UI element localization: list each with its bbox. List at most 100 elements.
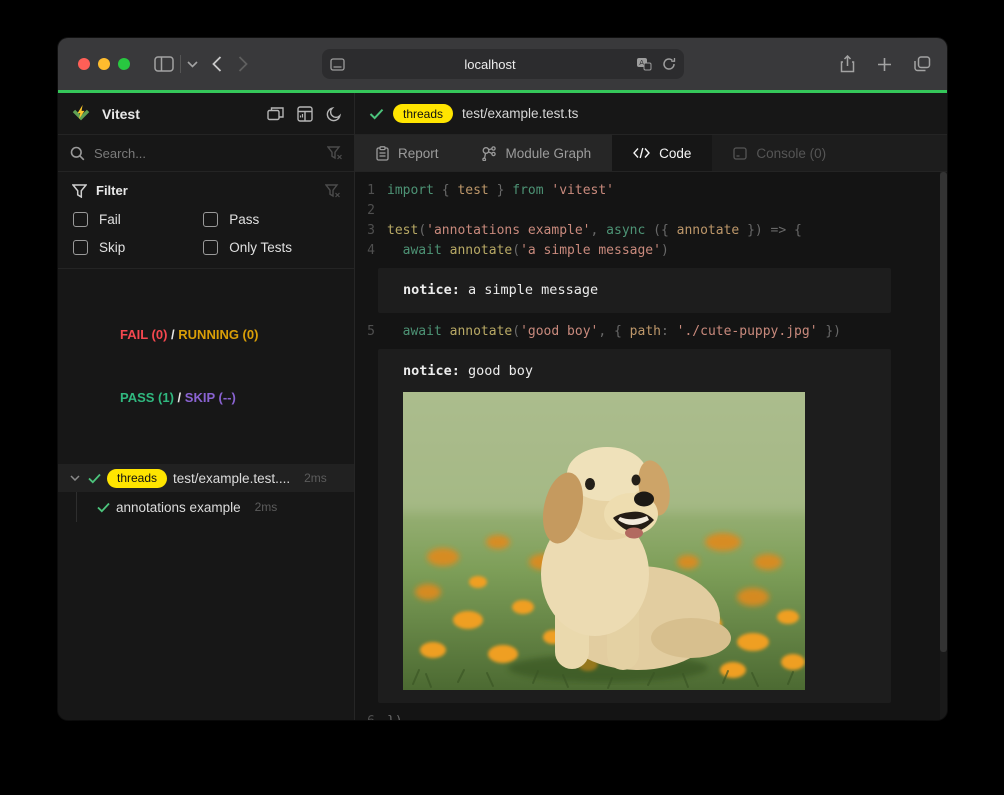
- filter-checkbox-fail[interactable]: Fail: [73, 212, 203, 227]
- clear-filter-icon[interactable]: [325, 184, 340, 198]
- skip-count: SKIP (--): [185, 390, 236, 405]
- code-token: annotate: [677, 223, 740, 238]
- scrollbar[interactable]: [940, 172, 947, 720]
- code-token: path: [630, 324, 661, 339]
- forward-button[interactable]: [238, 56, 248, 72]
- code-token: ({: [645, 223, 676, 238]
- filter-title: Filter: [96, 183, 316, 198]
- check-icon: [97, 502, 110, 513]
- code-token: (: [418, 223, 426, 238]
- clear-search-filter-icon[interactable]: [327, 146, 342, 160]
- annotation-notice: notice: a simple message: [378, 268, 891, 313]
- filter-checkbox-skip[interactable]: Skip: [73, 240, 203, 255]
- tab-report[interactable]: Report: [355, 135, 460, 171]
- test-tree: threads test/example.test.... 2ms annota…: [58, 464, 354, 522]
- app-title: Vitest: [102, 106, 267, 122]
- address-bar[interactable]: localhost A: [322, 49, 684, 79]
- filter-section: Filter Fail Pass: [58, 172, 354, 269]
- code-token: 'vitest': [551, 183, 614, 198]
- code-token: await: [403, 324, 442, 339]
- test-case-row[interactable]: annotations example 2ms: [58, 492, 354, 522]
- code-token: }: [489, 183, 512, 198]
- notice-message: a simple message: [460, 282, 598, 298]
- code-token: 'annotations example': [426, 223, 590, 238]
- checkbox-icon[interactable]: [73, 240, 88, 255]
- code-icon: [633, 147, 650, 159]
- test-file-name: test/example.test....: [173, 471, 290, 486]
- minimize-window-button[interactable]: [98, 58, 110, 70]
- code-token: [442, 243, 450, 258]
- tab-code[interactable]: Code: [612, 135, 712, 171]
- collapse-panels-icon[interactable]: [267, 106, 284, 121]
- sidebar-header: Vitest: [58, 93, 354, 135]
- code-token: import: [387, 183, 434, 198]
- code-token: {: [434, 183, 457, 198]
- notice-label: notice:: [403, 282, 460, 298]
- checkbox-icon[interactable]: [203, 240, 218, 255]
- code-token: }): [818, 324, 841, 339]
- tab-module-graph[interactable]: Module Graph: [460, 135, 613, 171]
- running-count: RUNNING (0): [178, 327, 258, 342]
- line-number: 3: [366, 221, 375, 241]
- tab-bar-filler: [847, 135, 947, 171]
- main-panel: threads test/example.test.ts Report: [355, 93, 947, 720]
- code-token: test: [457, 183, 488, 198]
- zoom-window-button[interactable]: [118, 58, 130, 70]
- page-settings-icon[interactable]: [330, 58, 345, 71]
- code-token: [442, 324, 450, 339]
- annotation-attachment: [403, 392, 805, 690]
- tab-bar: Report Module Graph: [355, 135, 947, 172]
- puppy-photo: [403, 392, 805, 690]
- dark-mode-moon-icon[interactable]: [326, 106, 342, 122]
- code-token: async: [606, 223, 645, 238]
- pool-badge: threads: [393, 104, 453, 123]
- code-token: (: [512, 324, 520, 339]
- code-token: [387, 243, 403, 258]
- code-token: test: [387, 223, 418, 238]
- line-number: 2: [366, 201, 375, 221]
- reload-icon[interactable]: [662, 57, 676, 71]
- code-token: 'good boy': [520, 324, 598, 339]
- test-duration: 2ms: [255, 500, 278, 514]
- test-file-row[interactable]: threads test/example.test.... 2ms: [58, 464, 354, 492]
- code-token: await: [403, 243, 442, 258]
- test-summary: FAIL (0) / RUNNING (0) PASS (1) / SKIP (…: [58, 269, 354, 460]
- line-number: 5: [366, 322, 375, 342]
- code-line: 5 await annotate('good boy', { path: './…: [366, 322, 933, 342]
- code-token: from: [512, 183, 543, 198]
- translate-icon[interactable]: A: [636, 57, 652, 71]
- code-line: 1import { test } from 'vitest': [366, 181, 933, 201]
- search-input[interactable]: [94, 146, 318, 161]
- fail-count: FAIL (0): [120, 327, 167, 342]
- code-panel: 1import { test } from 'vitest'2 3test('a…: [355, 172, 947, 720]
- url-text[interactable]: localhost: [345, 57, 636, 72]
- code-token: (: [512, 243, 520, 258]
- code-token: './cute-puppy.jpg': [677, 324, 818, 339]
- code-token: }): [387, 714, 403, 720]
- test-duration: 2ms: [304, 471, 327, 485]
- code-line: 6}): [366, 712, 933, 720]
- code-token: 'a simple message': [520, 243, 661, 258]
- dashboard-icon[interactable]: [297, 106, 313, 122]
- checkbox-icon[interactable]: [203, 212, 218, 227]
- new-tab-icon[interactable]: [877, 57, 892, 72]
- tab-console[interactable]: Console (0): [712, 135, 847, 171]
- sidebar-menu-chevron-icon[interactable]: [187, 61, 198, 68]
- code-token: annotate: [450, 324, 513, 339]
- code-token: annotate: [450, 243, 513, 258]
- browser-window: localhost A: [58, 38, 947, 720]
- checkbox-icon[interactable]: [73, 212, 88, 227]
- share-icon[interactable]: [840, 55, 855, 73]
- close-window-button[interactable]: [78, 58, 90, 70]
- back-button[interactable]: [212, 56, 222, 72]
- tab-overview-icon[interactable]: [914, 56, 931, 72]
- indent-guide: [76, 492, 77, 522]
- code-line: 3test('annotations example', async ({ an…: [366, 221, 933, 241]
- chevron-down-icon[interactable]: [70, 475, 80, 481]
- scrollbar-thumb[interactable]: [940, 172, 947, 652]
- sidebar-toggle-icon[interactable]: [154, 56, 174, 72]
- toolbar-divider: [180, 55, 181, 73]
- browser-toolbar: localhost A: [58, 38, 947, 90]
- filter-checkbox-pass[interactable]: Pass: [203, 212, 340, 227]
- filter-checkbox-only-tests[interactable]: Only Tests: [203, 240, 340, 255]
